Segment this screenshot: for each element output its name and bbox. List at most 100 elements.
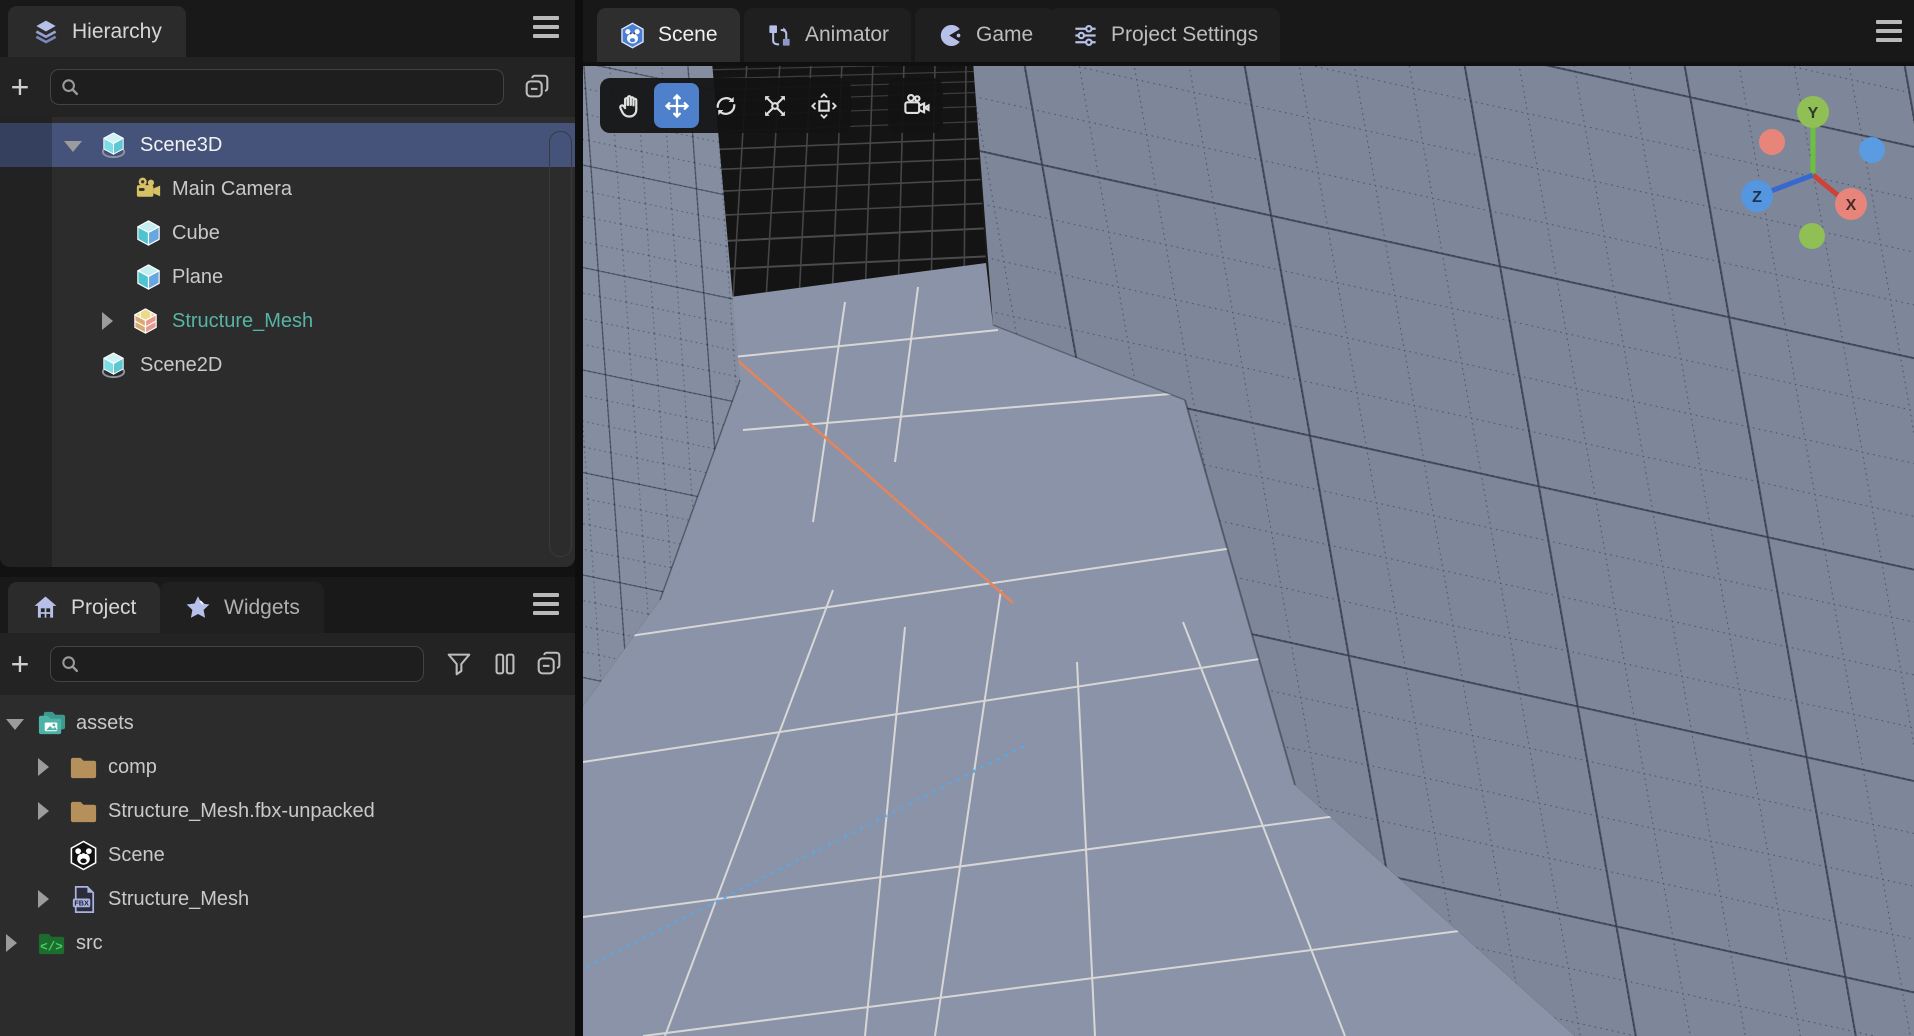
tab-project-label: Project — [71, 595, 137, 619]
tab-hierarchy-label: Hierarchy — [72, 19, 162, 43]
project-add-button[interactable]: + — [0, 648, 40, 680]
tab-game-label: Game — [976, 23, 1034, 46]
hierarchy-add-button[interactable]: + — [0, 71, 40, 103]
project-tabbar: Project Widgets — [0, 577, 575, 633]
search-icon — [62, 79, 79, 96]
vertical-divider[interactable] — [575, 0, 583, 1036]
project-menu-icon[interactable] — [533, 593, 559, 615]
scene-cube-icon — [101, 351, 126, 378]
tab-project-settings-label: Project Settings — [1111, 23, 1259, 46]
tab-animator[interactable]: Animator — [744, 8, 912, 62]
tree-row-comp[interactable]: comp — [0, 745, 575, 789]
gizmo-neg-y-ball[interactable] — [1799, 223, 1825, 249]
rotate-tool-button[interactable] — [703, 83, 748, 128]
layers-icon — [35, 20, 57, 44]
tab-widgets[interactable]: Widgets — [160, 582, 324, 633]
tree-row-structure-mesh-unpacked[interactable]: Structure_Mesh.fbx-unpacked — [0, 789, 575, 833]
tree-row-main-camera[interactable]: Main Camera — [0, 167, 575, 211]
tree-row-structure-mesh-fbx[interactable]: FBX Structure_Mesh — [0, 877, 575, 921]
project-tree: assets comp Structure_Mesh.fbx-unpacked — [0, 695, 575, 1036]
expand-arrow-icon[interactable] — [102, 312, 113, 330]
cube-icon — [137, 263, 160, 290]
tree-row-label: Structure_Mesh — [172, 309, 314, 332]
tab-scene[interactable]: Scene — [597, 8, 740, 62]
scene-render: Y X Z — [583, 62, 1914, 1036]
gizmo-neg-z-ball[interactable] — [1859, 137, 1885, 163]
viewport-menu-icon[interactable] — [1876, 20, 1902, 42]
tab-animator-label: Animator — [805, 23, 890, 46]
svg-text:FBX: FBX — [74, 898, 89, 907]
hierarchy-search[interactable] — [50, 69, 504, 105]
tree-row-cube[interactable]: Cube — [0, 211, 575, 255]
camera-icon — [136, 177, 161, 197]
tree-row-plane[interactable]: Plane — [0, 255, 575, 299]
tree-row-scene2d[interactable]: Scene2D — [0, 343, 575, 387]
project-search[interactable] — [50, 646, 424, 682]
tab-widgets-label: Widgets — [224, 595, 300, 619]
hierarchy-collapse-all-icon[interactable] — [522, 72, 552, 102]
rect-transform-tool-button[interactable] — [801, 83, 846, 128]
tab-hierarchy[interactable]: Hierarchy — [8, 6, 186, 57]
rect-transform-icon — [810, 92, 837, 119]
search-icon — [62, 656, 79, 673]
project-toolbar: + — [0, 633, 575, 695]
tab-game[interactable]: Game — [915, 8, 1056, 62]
expand-arrow-icon[interactable] — [38, 758, 49, 776]
sliders-icon — [1075, 24, 1096, 46]
tree-row-src[interactable]: </> src — [0, 921, 575, 965]
tree-row-label: src — [76, 931, 103, 954]
hierarchy-search-input[interactable] — [81, 69, 447, 105]
hand-icon — [618, 94, 637, 118]
scene-hex-icon — [70, 840, 97, 870]
expand-arrow-icon[interactable] — [6, 718, 24, 730]
folder-icon — [70, 801, 97, 822]
editor-window: Hierarchy + Scene3D Main Camera Cube Pla… — [0, 0, 1914, 1036]
tree-row-label: Structure_Mesh.fbx-unpacked — [108, 799, 375, 822]
tab-project-settings[interactable]: Project Settings — [1050, 8, 1281, 62]
transform-toolbar — [600, 78, 851, 133]
scene-viewport[interactable]: Y X Z — [583, 62, 1914, 1036]
tree-row-structure-mesh[interactable]: Structure_Mesh — [0, 299, 575, 343]
prefab-cube-icon — [134, 307, 157, 334]
project-collapse-all-icon[interactable] — [534, 649, 564, 679]
move-tool-button[interactable] — [654, 83, 699, 128]
tree-row-label: Scene — [108, 843, 165, 866]
expand-arrow-icon[interactable] — [6, 934, 17, 952]
columns-view-icon[interactable] — [490, 649, 520, 679]
house-icon — [34, 596, 57, 618]
tree-row-label: Cube — [172, 221, 220, 244]
panel-divider[interactable] — [0, 567, 575, 577]
expand-arrow-icon[interactable] — [64, 140, 82, 152]
src-folder-icon: </> — [38, 933, 65, 954]
pan-hand-tool-button[interactable] — [605, 83, 650, 128]
filter-icon[interactable] — [444, 649, 474, 679]
folder-icon — [70, 757, 97, 778]
assets-folder-icon — [38, 711, 66, 734]
tree-row-scene3d[interactable]: Scene3D — [0, 123, 575, 167]
hierarchy-menu-icon[interactable] — [533, 16, 559, 38]
video-camera-icon — [903, 93, 930, 114]
project-search-input[interactable] — [81, 646, 383, 682]
move-icon — [664, 93, 689, 118]
tab-project[interactable]: Project — [8, 582, 161, 633]
project-panel: Project Widgets + assets comp Structure_… — [0, 577, 575, 1036]
scene-hex-icon — [621, 21, 644, 49]
expand-arrow-icon[interactable] — [38, 802, 49, 820]
hierarchy-scrollbar[interactable] — [549, 131, 572, 557]
tree-row-scene-asset[interactable]: Scene — [0, 833, 575, 877]
gizmo-neg-x-ball[interactable] — [1759, 129, 1785, 155]
hierarchy-tabbar: Hierarchy — [0, 0, 575, 57]
star-icon — [186, 595, 210, 618]
tree-row-label: assets — [76, 711, 134, 734]
scene-cube-icon — [101, 131, 126, 158]
game-icon — [940, 24, 961, 46]
tab-scene-label: Scene — [658, 23, 718, 46]
tree-row-assets[interactable]: assets — [0, 701, 575, 745]
animator-icon — [769, 24, 790, 46]
expand-arrow-icon[interactable] — [38, 890, 49, 908]
tree-row-label: Scene3D — [140, 133, 223, 156]
hierarchy-toolbar: + — [0, 57, 575, 117]
scale-tool-button[interactable] — [752, 83, 797, 128]
gizmo-y-label: Y — [1808, 105, 1819, 122]
gizmo-camera-button[interactable] — [893, 83, 938, 128]
